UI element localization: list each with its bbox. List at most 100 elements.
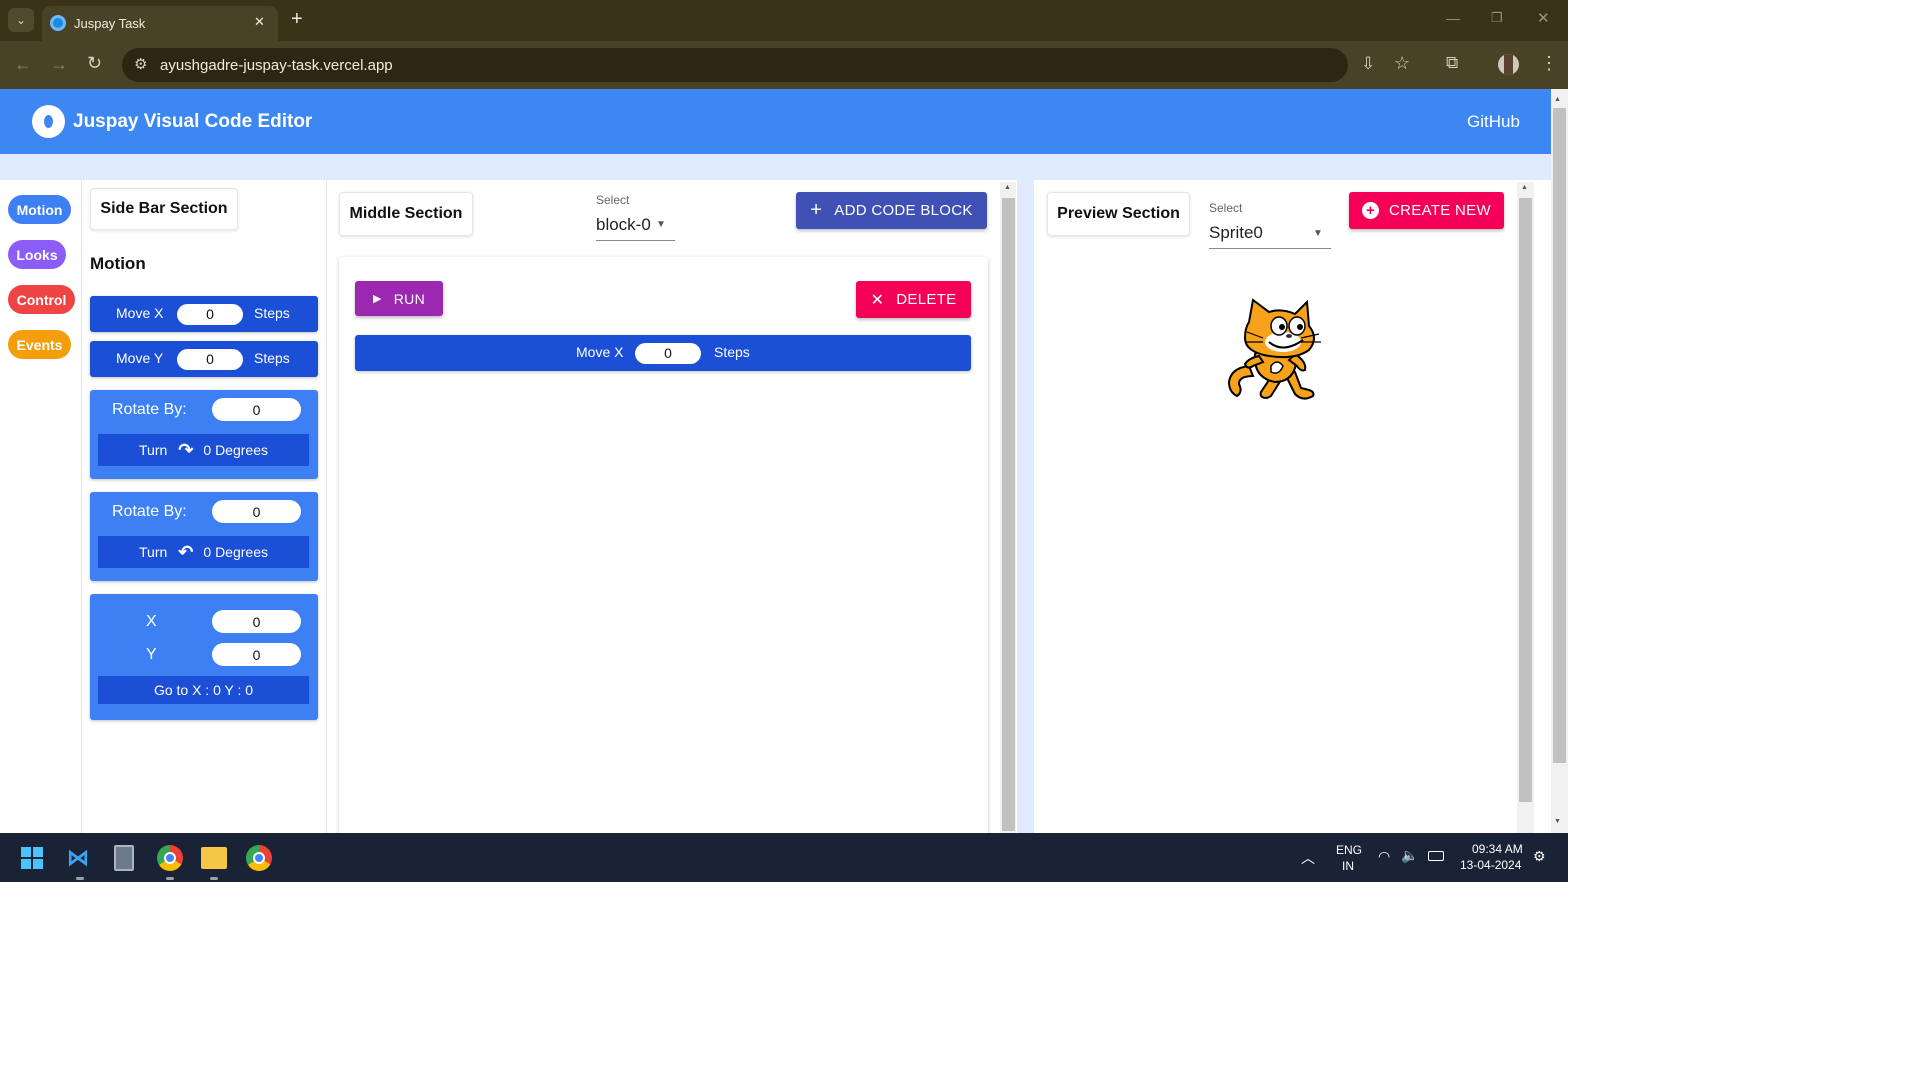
middle-scrollbar[interactable]: ▲ xyxy=(1000,182,1016,833)
delete-button[interactable]: ✕ DELETE xyxy=(856,281,971,318)
panel-gap xyxy=(1017,180,1034,833)
site-info-icon[interactable]: ⚙ xyxy=(134,55,147,73)
tab-title: Juspay Task xyxy=(74,16,146,31)
chrome-profile-icon[interactable] xyxy=(157,845,183,871)
vscode-icon[interactable]: ⋈ xyxy=(67,845,93,871)
windows-start-icon[interactable] xyxy=(21,847,43,869)
notifications-icon[interactable]: ⚙ xyxy=(1533,848,1546,865)
sprite-select[interactable]: Sprite0 ▼ xyxy=(1209,220,1331,249)
browser-menu-icon[interactable]: ⋮ xyxy=(1540,53,1558,74)
play-icon: ▶ xyxy=(373,293,382,305)
bookmark-star-icon[interactable]: ☆ xyxy=(1394,53,1410,74)
sprite-select-value: Sprite0 xyxy=(1209,223,1263,242)
create-new-button[interactable]: + CREATE NEW xyxy=(1349,192,1504,229)
goto-x-label: X xyxy=(146,613,157,630)
restore-icon[interactable]: ❐ xyxy=(1491,10,1503,26)
back-icon[interactable]: ← xyxy=(14,54,32,75)
code-block-input[interactable] xyxy=(635,343,701,364)
close-window-icon[interactable]: ✕ xyxy=(1537,9,1550,27)
middle-section-title: Middle Section xyxy=(339,192,473,236)
move-y-input[interactable] xyxy=(177,349,243,370)
preview-section-title-text: Preview Section xyxy=(1057,205,1180,222)
create-new-label: CREATE NEW xyxy=(1389,202,1491,219)
move-y-label: Move Y xyxy=(116,350,164,366)
app-header: Juspay Visual Code Editor GitHub xyxy=(0,89,1551,154)
header-divider xyxy=(0,154,1551,180)
code-block-label: Move X xyxy=(576,344,624,360)
language-top[interactable]: ENG xyxy=(1336,843,1362,857)
delete-button-label: DELETE xyxy=(896,291,957,308)
close-tab-icon[interactable]: ✕ xyxy=(254,14,265,30)
block-select[interactable]: block-0 ▼ xyxy=(596,212,675,241)
move-x-unit: Steps xyxy=(254,305,290,321)
goto-y-label: Y xyxy=(146,646,157,663)
turn-cw-degrees: 0 Degrees xyxy=(203,442,268,458)
install-app-icon[interactable]: ⇩ xyxy=(1361,54,1375,74)
clock-date[interactable]: 13-04-2024 xyxy=(1460,858,1521,872)
profile-avatar[interactable] xyxy=(1498,54,1519,75)
address-bar[interactable]: ⚙ ayushgadre-juspay-task.vercel.app xyxy=(122,48,1348,82)
chrome-icon[interactable] xyxy=(246,845,272,871)
sidebar-section-title-text: Side Bar Section xyxy=(100,200,228,217)
preview-section-title: Preview Section xyxy=(1047,192,1190,236)
sprite-select-label: Select xyxy=(1209,201,1243,215)
browser-tab[interactable]: Juspay Task ✕ xyxy=(42,6,278,41)
reload-icon[interactable]: ↻ xyxy=(87,53,102,74)
turn-ccw-button[interactable]: Turn ↶ 0 Degrees xyxy=(98,536,309,568)
add-code-block-button[interactable]: + ADD CODE BLOCK xyxy=(796,192,987,229)
calculator-icon[interactable] xyxy=(114,845,134,871)
battery-icon[interactable] xyxy=(1428,851,1444,861)
category-motion[interactable]: Motion xyxy=(8,195,71,224)
category-control[interactable]: Control xyxy=(8,285,75,314)
rotate-cw-input[interactable] xyxy=(212,398,301,421)
block-select-label: Select xyxy=(596,193,630,207)
sprite-select-dropdown-icon: ▼ xyxy=(1313,228,1323,239)
rotate-counterclockwise-icon: ↶ xyxy=(178,541,194,562)
show-hidden-icons[interactable]: ︿ xyxy=(1301,848,1315,868)
code-block-move-x[interactable]: Move X Steps xyxy=(355,335,971,371)
move-y-block[interactable]: Move Y Steps xyxy=(90,341,318,377)
move-x-input[interactable] xyxy=(177,304,243,325)
preview-scrollbar[interactable]: ▲ xyxy=(1517,182,1534,833)
wifi-icon[interactable]: ◠ xyxy=(1378,848,1390,865)
goto-button[interactable]: Go to X : 0 Y : 0 xyxy=(98,676,309,704)
tab-search-icon[interactable]: ⌄ xyxy=(8,8,34,32)
rotate-ccw-input[interactable] xyxy=(212,500,301,523)
category-motion-label: Motion xyxy=(16,201,63,218)
minimize-icon[interactable]: — xyxy=(1446,10,1460,26)
category-looks[interactable]: Looks xyxy=(8,240,66,269)
file-explorer-icon[interactable] xyxy=(201,847,227,869)
preview-panel xyxy=(1034,180,1551,833)
rotate-ccw-card: Rotate By: Turn ↶ 0 Degrees xyxy=(90,492,318,581)
turn-cw-label: Turn xyxy=(139,442,168,458)
goto-button-label: Go to X : 0 Y : 0 xyxy=(153,682,254,698)
goto-x-input[interactable] xyxy=(212,610,301,633)
favicon-icon xyxy=(50,15,66,31)
run-button[interactable]: ▶ RUN xyxy=(355,281,443,316)
github-link[interactable]: GitHub xyxy=(1467,112,1520,132)
rotate-cw-card: Rotate By: Turn ↷ 0 Degrees xyxy=(90,390,318,479)
volume-icon[interactable]: 🔈 xyxy=(1401,847,1418,864)
category-column xyxy=(0,180,82,833)
new-tab-icon[interactable]: + xyxy=(291,8,303,31)
category-events-label: Events xyxy=(16,336,63,353)
app-title: Juspay Visual Code Editor xyxy=(73,111,313,132)
code-block-unit: Steps xyxy=(714,344,750,360)
category-control-label: Control xyxy=(16,291,67,308)
extensions-icon[interactable]: ⧉ xyxy=(1446,53,1458,73)
block-select-dropdown-icon: ▼ xyxy=(656,219,666,230)
close-icon: ✕ xyxy=(870,291,885,309)
turn-cw-button[interactable]: Turn ↷ 0 Degrees xyxy=(98,434,309,466)
goto-y-input[interactable] xyxy=(212,643,301,666)
turn-ccw-label: Turn xyxy=(139,544,168,560)
plus-icon: + xyxy=(810,199,823,221)
category-events[interactable]: Events xyxy=(8,330,71,359)
cat-sprite[interactable] xyxy=(1223,296,1327,404)
language-bottom[interactable]: IN xyxy=(1342,859,1354,873)
code-workspace: ▶ RUN ✕ DELETE Move X Steps xyxy=(339,257,988,837)
page-scrollbar[interactable]: ▲ ▼ xyxy=(1551,89,1568,833)
move-x-block[interactable]: Move X Steps xyxy=(90,296,318,332)
category-looks-label: Looks xyxy=(16,246,58,263)
clock-time[interactable]: 09:34 AM xyxy=(1472,842,1523,856)
forward-icon[interactable]: → xyxy=(50,54,68,75)
